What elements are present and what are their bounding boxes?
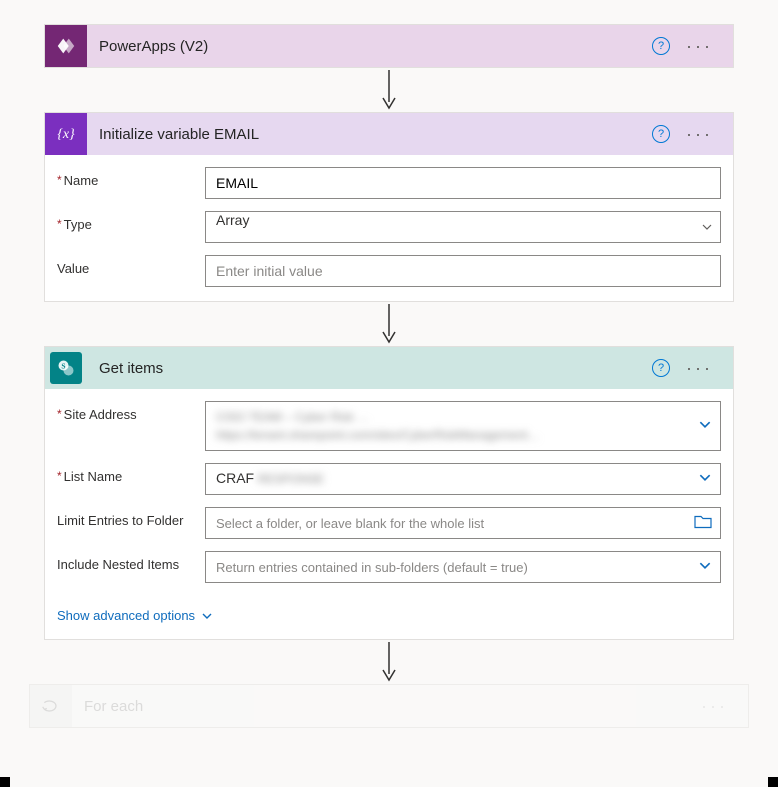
card-title: Initialize variable EMAIL [87, 126, 652, 143]
variable-icon: {x} [45, 113, 87, 155]
svg-text:S: S [61, 361, 65, 370]
svg-text:{x}: {x} [57, 127, 75, 142]
card-header[interactable]: For each ··· [30, 685, 748, 727]
card-body: Site Address CISO TEAM – Cyber Risk … ht… [45, 389, 733, 639]
nested-items-combo[interactable]: Return entries contained in sub-folders … [205, 551, 721, 583]
help-icon[interactable]: ? [652, 125, 670, 143]
action-card-powerapps[interactable]: PowerApps (V2) ? ··· [44, 24, 734, 68]
field-label-value: Value [57, 255, 205, 276]
type-select[interactable]: Array [205, 211, 721, 243]
chevron-down-icon [698, 418, 712, 435]
card-header[interactable]: {x} Initialize variable EMAIL ? ··· [45, 113, 733, 155]
crop-handle [768, 777, 778, 787]
more-menu-button[interactable]: ··· [682, 36, 717, 57]
help-icon[interactable]: ? [652, 359, 670, 377]
list-name-value: CRAF RESPONSE [216, 470, 324, 488]
field-label-list-name: List Name [57, 463, 205, 484]
sharepoint-icon: S [50, 352, 82, 384]
action-card-get-items[interactable]: S Get items ? ··· Site Address CISO TEAM… [44, 346, 734, 640]
action-card-foreach[interactable]: For each ··· [29, 684, 749, 728]
powerapps-icon [45, 25, 87, 67]
card-header[interactable]: PowerApps (V2) ? ··· [45, 25, 733, 67]
value-input[interactable] [205, 255, 721, 287]
field-label-nested-items: Include Nested Items [57, 551, 205, 572]
card-title: For each [72, 698, 697, 715]
more-menu-button[interactable]: ··· [682, 358, 717, 379]
help-icon[interactable]: ? [652, 37, 670, 55]
more-menu-button[interactable]: ··· [697, 696, 732, 717]
action-card-initialize-variable[interactable]: {x} Initialize variable EMAIL ? ··· Name… [44, 112, 734, 302]
card-title: Get items [87, 360, 652, 377]
show-advanced-options-link[interactable]: Show advanced options [57, 608, 213, 623]
folder-icon[interactable] [694, 515, 712, 532]
card-body: Name Type Array Value [45, 155, 733, 301]
name-input[interactable] [205, 167, 721, 199]
field-label-name: Name [57, 167, 205, 188]
chevron-down-icon [201, 610, 213, 622]
more-menu-button[interactable]: ··· [682, 124, 717, 145]
field-label-limit-folder: Limit Entries to Folder [57, 507, 205, 528]
field-label-site-address: Site Address [57, 401, 205, 422]
card-header[interactable]: S Get items ? ··· [45, 347, 733, 389]
chevron-down-icon [698, 471, 712, 488]
connector-arrow [0, 68, 778, 112]
crop-handle [0, 777, 10, 787]
connector-arrow [0, 302, 778, 346]
card-title: PowerApps (V2) [87, 38, 652, 55]
site-address-combo[interactable]: CISO TEAM – Cyber Risk … https://tenant.… [205, 401, 721, 451]
connector-arrow [0, 640, 778, 684]
folder-picker[interactable]: Select a folder, or leave blank for the … [205, 507, 721, 539]
chevron-down-icon [698, 559, 712, 576]
foreach-icon [30, 685, 72, 727]
list-name-combo[interactable]: CRAF RESPONSE [205, 463, 721, 495]
field-label-type: Type [57, 211, 205, 232]
